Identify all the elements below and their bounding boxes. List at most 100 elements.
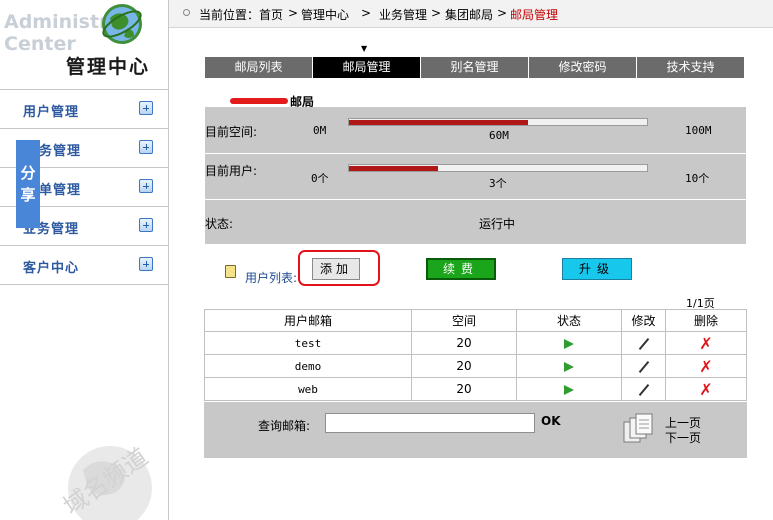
sidebar-item-user-management[interactable]: 用户管理 [0, 89, 168, 128]
space-label: 目前空间: [205, 125, 258, 139]
share-label-1: 分 [20, 164, 36, 182]
status-label: 状态: [205, 217, 234, 231]
col-space: 空间 [411, 309, 517, 332]
delete-cell[interactable]: ✗ [665, 377, 747, 401]
ok-button[interactable]: OK [541, 414, 561, 428]
status-play-icon[interactable] [564, 361, 574, 372]
space-row: 目前空间: 0M 60M 100M [205, 107, 746, 154]
col-delete: 删除 [665, 309, 747, 332]
space-max: 100M [685, 124, 712, 137]
email-cell: test [204, 331, 412, 355]
edit-pencil-icon[interactable] [638, 360, 649, 373]
query-bar: 查询邮箱: OK 上一页 下一页 [204, 402, 747, 458]
sidebar: Administr Center 管理中心 用户管理 务管理 单管理 业务管理 … [0, 0, 169, 520]
table-row: web 20 ✗ [204, 377, 747, 401]
edit-pencil-icon[interactable] [638, 337, 649, 350]
space-cell: 20 [411, 331, 517, 355]
expand-icon[interactable] [139, 218, 153, 232]
globe-icon [102, 4, 142, 44]
users-max: 10个 [685, 172, 710, 185]
space-cell: 20 [411, 354, 517, 378]
users-row: 目前用户: 0个 3个 10个 [205, 154, 746, 200]
col-email: 用户邮箱 [204, 309, 412, 332]
next-page-link[interactable]: 下一页 [665, 429, 701, 446]
breadcrumb: 当前位置： 首页 > 管理中心 > 业务管理 > 集团邮局 > 邮局管理 [169, 0, 773, 28]
renew-button[interactable]: 续费 [426, 258, 496, 280]
user-list-icon [225, 265, 236, 278]
delete-x-icon[interactable]: ✗ [699, 380, 712, 399]
edit-cell[interactable] [621, 377, 666, 401]
sidebar-item-label: 务管理 [39, 144, 82, 159]
expand-icon[interactable] [139, 101, 153, 115]
email-cell: web [204, 377, 412, 401]
col-status: 状态 [516, 309, 622, 332]
tab-tech-support[interactable]: 技术支持 [637, 57, 745, 78]
delete-x-icon[interactable]: ✗ [699, 334, 712, 353]
users-progress-bar [348, 164, 648, 172]
col-edit: 修改 [621, 309, 666, 332]
expand-icon[interactable] [139, 179, 153, 193]
add-button[interactable]: 添加 [312, 258, 360, 280]
space-progress-bar [348, 118, 648, 126]
tab-alias-management[interactable]: 别名管理 [421, 57, 529, 78]
sidebar-item-customer-center[interactable]: 客户中心 [0, 245, 168, 285]
share-label-2: 享 [20, 186, 36, 204]
location-icon [183, 9, 190, 16]
status-play-icon[interactable] [564, 384, 574, 395]
breadcrumb-business-management[interactable]: 业务管理 [379, 6, 427, 23]
status-row: 状态: 运行中 [205, 200, 746, 245]
delete-cell[interactable]: ✗ [665, 354, 747, 378]
status-play-icon[interactable] [564, 338, 574, 349]
query-label: 查询邮箱: [258, 419, 311, 433]
status-cell[interactable] [516, 377, 622, 401]
tab-post-list[interactable]: 邮局列表 [205, 57, 313, 78]
users-used: 3个 [489, 177, 507, 190]
logo-title: 管理中心 [66, 56, 151, 78]
users-progress-fill [349, 166, 439, 171]
expand-icon[interactable] [139, 140, 153, 154]
tab-change-password[interactable]: 修改密码 [529, 57, 637, 78]
breadcrumb-prefix: 当前位置： [199, 8, 260, 22]
email-cell: demo [204, 354, 412, 378]
status-cell[interactable] [516, 354, 622, 378]
breadcrumb-management-center[interactable]: 管理中心 [301, 6, 349, 23]
sidebar-item-label: 单管理 [39, 183, 82, 198]
table-row: test 20 ✗ [204, 331, 747, 355]
breadcrumb-sep: > [497, 6, 508, 20]
sidebar-item-label: 用户管理 [23, 105, 80, 120]
share-button[interactable]: 分 享 [16, 140, 40, 228]
tab-post-management[interactable]: 邮局管理 [313, 57, 421, 78]
status-cell[interactable] [516, 331, 622, 355]
users-table: 用户邮箱 空间 状态 修改 删除 test 20 ✗ demo 20 ✗ web… [204, 309, 747, 401]
breadcrumb-home[interactable]: 首页 [259, 6, 283, 23]
sidebar-item-label: 客户中心 [23, 261, 80, 276]
logo-text-administration: Administr [4, 11, 109, 33]
delete-cell[interactable]: ✗ [665, 331, 747, 355]
expand-icon[interactable] [139, 257, 153, 271]
space-used: 60M [489, 129, 509, 142]
breadcrumb-sep: > [288, 6, 299, 20]
active-tab-marker-icon: ▼ [361, 44, 368, 53]
delete-x-icon[interactable]: ✗ [699, 357, 712, 376]
edit-cell[interactable] [621, 354, 666, 378]
user-list-label: 用户列表: [245, 271, 298, 285]
space-cell: 20 [411, 377, 517, 401]
logo-text-center: Center [4, 33, 76, 55]
users-label: 目前用户: [205, 164, 258, 178]
edit-cell[interactable] [621, 331, 666, 355]
watermark-globe-icon: 域名频道 [58, 442, 153, 520]
edit-pencil-icon[interactable] [638, 383, 649, 396]
redacted-domain [230, 98, 288, 104]
query-email-input[interactable] [325, 413, 535, 433]
space-min: 0M [313, 124, 327, 137]
breadcrumb-sep: > [361, 6, 372, 20]
upgrade-button[interactable]: 升级 [562, 258, 632, 280]
breadcrumb-current: 邮局管理 [510, 8, 559, 22]
breadcrumb-group-post[interactable]: 集团邮局 [445, 6, 493, 23]
logo: Administr Center 管理中心 [0, 0, 168, 86]
pages-icon [623, 413, 653, 443]
users-min: 0个 [311, 172, 329, 185]
status-value: 运行中 [479, 217, 516, 231]
breadcrumb-sep: > [431, 6, 442, 20]
table-row: demo 20 ✗ [204, 354, 747, 378]
